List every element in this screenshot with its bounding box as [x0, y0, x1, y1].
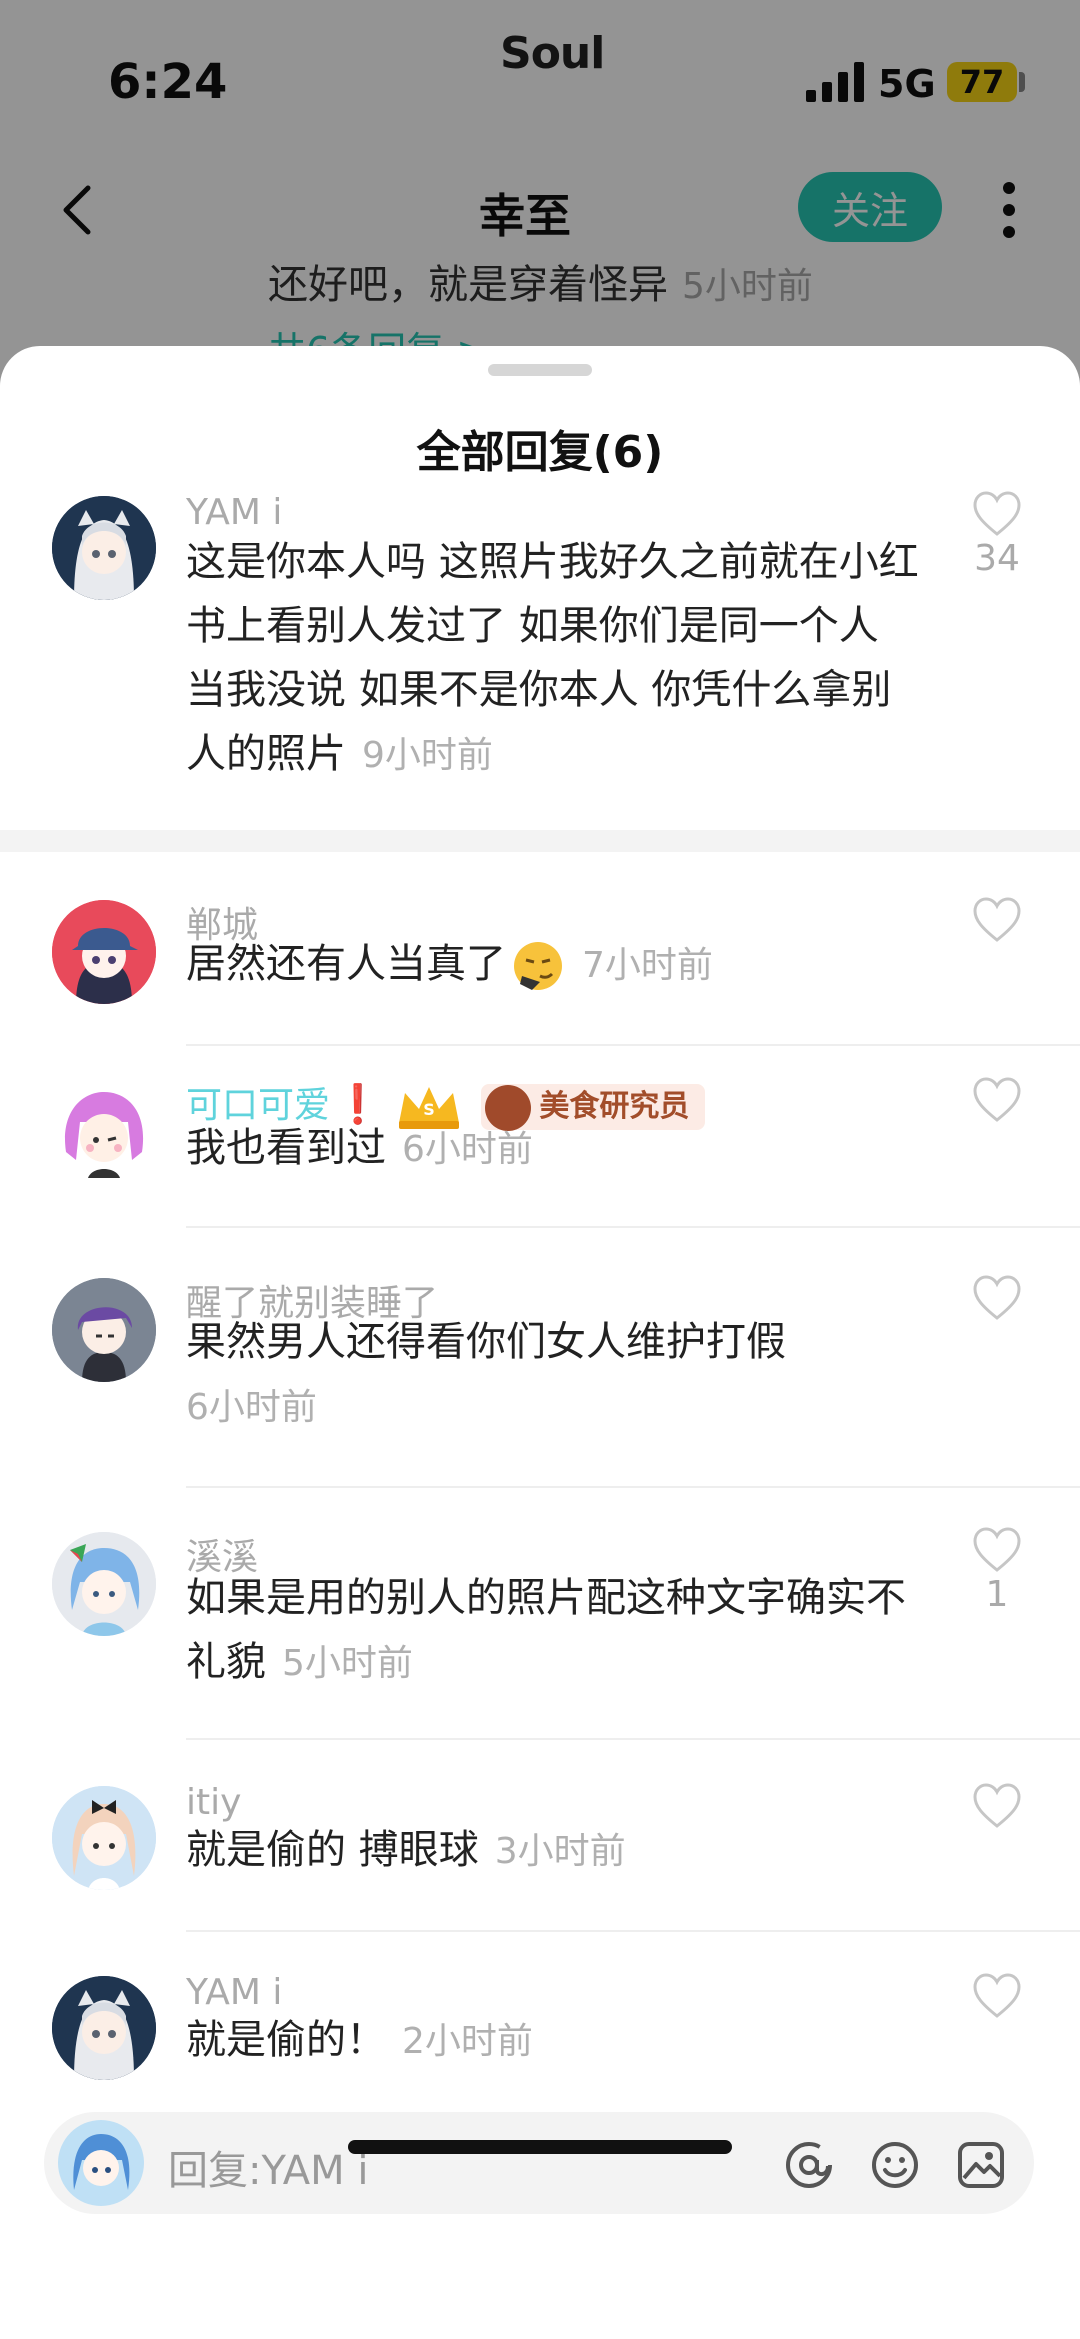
sheet-title: 全部回复(6) — [416, 427, 664, 478]
comment-time: 5小时前 — [282, 1643, 413, 1684]
heart-icon[interactable] — [972, 1076, 1022, 1126]
at-icon[interactable] — [784, 2140, 834, 2190]
comment-time: 7小时前 — [582, 945, 713, 986]
comment-time: 2小时前 — [402, 2021, 533, 2062]
smiley-icon[interactable] — [870, 2140, 920, 2190]
comment-divider — [186, 1738, 1080, 1740]
avatar[interactable] — [52, 1082, 156, 1186]
comment-text: 我也看到过 6小时前 — [186, 1125, 533, 1171]
heart-icon[interactable] — [972, 1526, 1022, 1576]
avatar[interactable] — [52, 1976, 156, 2080]
home-indicator[interactable] — [348, 2140, 732, 2154]
reply-input-bar[interactable]: 回复:YAM i — [44, 2112, 1034, 2214]
comment-text: 这是你本人吗 这照片我好久之前就在小红书上看别人发过了 如果你们是同一个人 当我… — [186, 539, 919, 777]
comment-time: 6小时前 — [186, 1387, 317, 1428]
image-icon[interactable] — [956, 2140, 1006, 2190]
comment-time: 9小时前 — [362, 735, 493, 776]
comment-text: 就是偷的！ 2小时前 — [186, 2017, 533, 2063]
comment-username[interactable]: YAM i — [186, 1972, 282, 2013]
smirk-emoji-icon — [514, 942, 562, 990]
like-count: 1 — [985, 1574, 1009, 1615]
comment-text: 居然还有人当真了 7小时前 — [186, 932, 931, 998]
avatar[interactable] — [52, 1532, 156, 1636]
comment-divider — [186, 1044, 1080, 1046]
comment-username[interactable]: itiy — [186, 1782, 241, 1823]
heart-icon[interactable] — [972, 1274, 1022, 1324]
heart-icon[interactable] — [972, 1972, 1022, 2022]
comment-divider — [186, 1226, 1080, 1228]
replies-sheet: 全部回复(6) YAM i 这是你本人吗 这照片我好久之前就在小红书上看别人发过… — [0, 346, 1080, 2339]
my-avatar — [58, 2120, 144, 2206]
avatar[interactable] — [52, 900, 156, 1004]
reply-input-placeholder[interactable]: 回复:YAM i — [168, 2138, 369, 2196]
comment-text: 如果是用的别人的照片配这种文字确实不礼貌 5小时前 — [186, 1575, 906, 1685]
heart-icon[interactable] — [972, 1782, 1022, 1832]
comment-divider — [186, 1930, 1080, 1932]
comment-divider — [186, 1486, 1080, 1488]
comment-time: 3小时前 — [494, 1831, 626, 1872]
like-count: 34 — [974, 538, 1020, 579]
comment-username[interactable]: YAM i — [186, 492, 282, 533]
avatar[interactable] — [52, 496, 156, 600]
comment-text: 就是偷的 搏眼球 3小时前 — [186, 1827, 626, 1873]
comment-time: 6小时前 — [402, 1129, 533, 1170]
heart-icon[interactable] — [972, 490, 1022, 540]
section-separator — [0, 830, 1080, 852]
avatar[interactable] — [52, 1278, 156, 1382]
comment-text: 果然男人还得看你们女人维护打假 6小时前 — [186, 1319, 786, 1428]
sheet-drag-handle[interactable] — [488, 364, 592, 376]
avatar[interactable] — [52, 1786, 156, 1890]
heart-icon[interactable] — [972, 896, 1022, 946]
